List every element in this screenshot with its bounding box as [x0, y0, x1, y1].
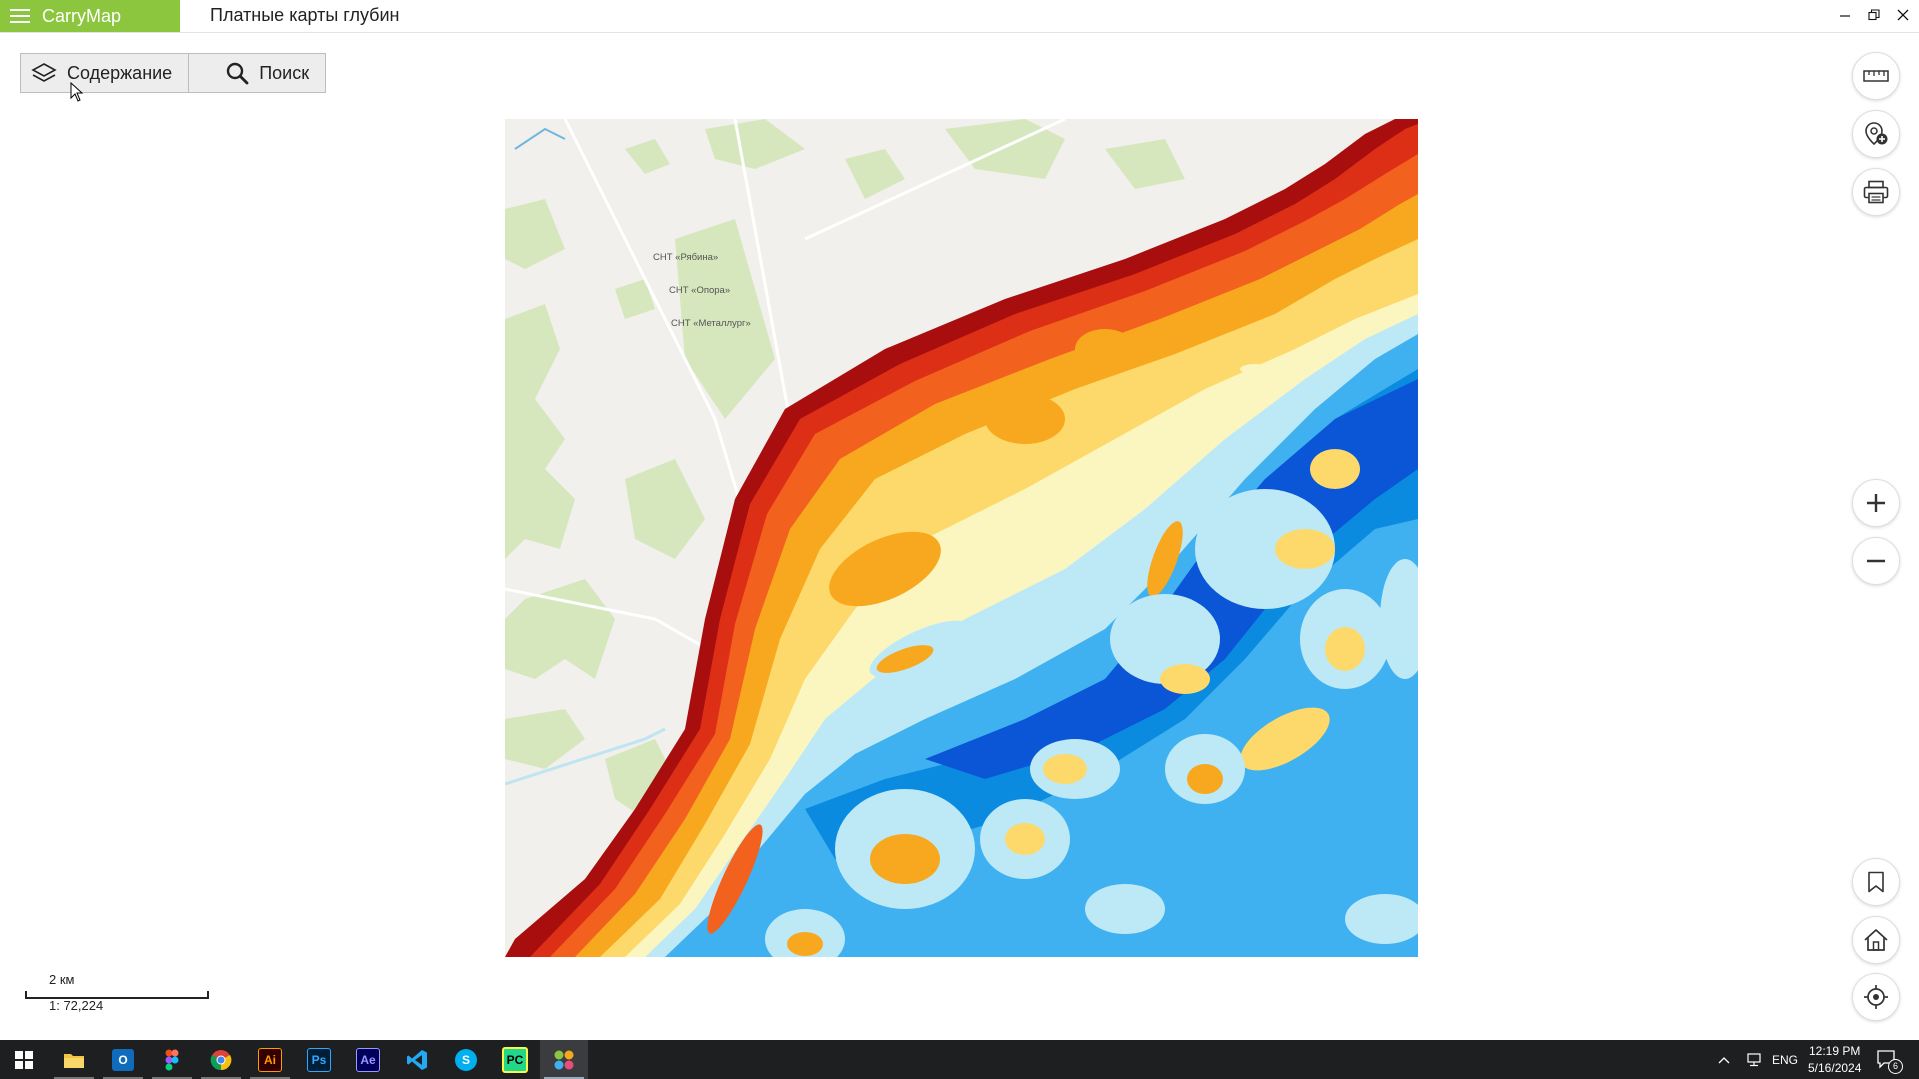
restore-icon — [1868, 9, 1880, 21]
measure-button[interactable] — [1852, 52, 1900, 100]
clock-time: 12:19 PM — [1809, 1043, 1861, 1058]
app-name: CarryMap — [42, 5, 122, 26]
taskbar: O Ai Ps Ae S PC ENG 12:19 PM 5/16/2024 6 — [0, 1040, 1919, 1079]
notifications-button[interactable]: 6 — [1877, 1040, 1903, 1079]
carrymap-icon — [554, 1050, 574, 1069]
layers-icon — [31, 63, 57, 82]
taskbar-vscode[interactable] — [393, 1040, 441, 1079]
notification-count-badge: 6 — [1888, 1059, 1903, 1074]
scale-distance: 2 км — [49, 972, 75, 987]
outlook-icon: O — [112, 1048, 134, 1071]
vscode-icon — [407, 1049, 427, 1070]
ruler-icon — [1863, 70, 1889, 82]
printer-icon — [1863, 180, 1889, 204]
app-brand: CarryMap — [0, 0, 180, 32]
plus-icon — [1867, 494, 1885, 512]
taskbar-pycharm[interactable]: PC — [491, 1040, 539, 1079]
close-icon — [1897, 9, 1909, 21]
file-explorer-icon — [64, 1053, 84, 1068]
taskbar-figma[interactable] — [148, 1040, 196, 1079]
taskbar-chrome[interactable] — [197, 1040, 245, 1079]
chrome-icon — [210, 1049, 232, 1070]
bookmark-icon — [1868, 871, 1884, 893]
print-button[interactable] — [1852, 168, 1900, 216]
minimize-button[interactable] — [1830, 0, 1860, 30]
scale-ratio: 1: 72,224 — [49, 998, 104, 1013]
minus-icon — [1867, 559, 1885, 563]
input-language[interactable]: ENG — [1772, 1040, 1798, 1079]
taskbar-photoshop[interactable]: Ps — [295, 1040, 343, 1079]
chevron-up-icon — [1718, 1056, 1730, 1063]
skype-icon: S — [455, 1048, 477, 1071]
figma-icon — [165, 1049, 179, 1070]
search-icon — [227, 62, 249, 85]
windows-start-icon — [15, 1050, 33, 1069]
restore-button[interactable] — [1859, 0, 1889, 30]
start-button[interactable] — [0, 1040, 48, 1079]
document-title: Платные карты глубин — [210, 5, 400, 25]
contents-label: Содержание — [67, 62, 173, 83]
depth-map-canvas[interactable]: СНТ «Рябина» СНТ «Опора» СНТ «Металлург» — [505, 119, 1418, 957]
zoom-in-button[interactable] — [1852, 479, 1900, 527]
minimize-icon — [1840, 15, 1850, 17]
home-extent-button[interactable] — [1852, 916, 1900, 964]
map-label-snt-metallurg: СНТ «Металлург» — [671, 318, 751, 329]
map-label-snt-ryabina: СНТ «Рябина» — [653, 252, 718, 263]
crosshair-location-icon — [1864, 985, 1888, 1009]
add-location-icon — [1865, 122, 1888, 146]
tray-overflow-button[interactable] — [1718, 1040, 1730, 1079]
taskbar-illustrator[interactable]: Ai — [246, 1040, 294, 1079]
taskbar-carrymap[interactable] — [540, 1040, 588, 1079]
close-button[interactable] — [1888, 0, 1918, 30]
pycharm-icon: PC — [502, 1046, 528, 1073]
taskbar-outlook[interactable]: O — [99, 1040, 147, 1079]
bookmarks-button[interactable] — [1852, 858, 1900, 906]
depth-map[interactable]: СНТ «Рябина» СНТ «Опора» СНТ «Металлург» — [505, 119, 1418, 957]
search-label: Поиск — [259, 62, 310, 83]
zoom-out-button[interactable] — [1852, 537, 1900, 585]
my-location-button[interactable] — [1852, 973, 1900, 1021]
add-placemark-button[interactable] — [1852, 110, 1900, 158]
taskbar-file-explorer[interactable] — [50, 1040, 98, 1079]
network-icon — [1747, 1052, 1761, 1066]
title-bar: CarryMap Платные карты глубин — [0, 0, 1919, 33]
search-button[interactable]: Поиск — [188, 54, 325, 92]
taskbar-after-effects[interactable]: Ae — [344, 1040, 392, 1079]
map-toolbar: Содержание Поиск — [20, 53, 327, 93]
illustrator-icon: Ai — [258, 1047, 282, 1072]
taskbar-skype[interactable]: S — [442, 1040, 490, 1079]
home-icon — [1864, 929, 1888, 951]
photoshop-icon: Ps — [307, 1047, 331, 1072]
after-effects-icon: Ae — [356, 1047, 380, 1072]
network-status[interactable] — [1745, 1040, 1763, 1079]
map-label-snt-opora: СНТ «Опора» — [669, 285, 730, 296]
clock-date: 5/16/2024 — [1808, 1060, 1862, 1075]
hamburger-menu-icon[interactable] — [10, 9, 30, 23]
mouse-cursor-icon — [70, 82, 84, 102]
contents-button[interactable]: Содержание — [21, 54, 188, 92]
clock[interactable]: 12:19 PM 5/16/2024 — [1808, 1040, 1861, 1079]
